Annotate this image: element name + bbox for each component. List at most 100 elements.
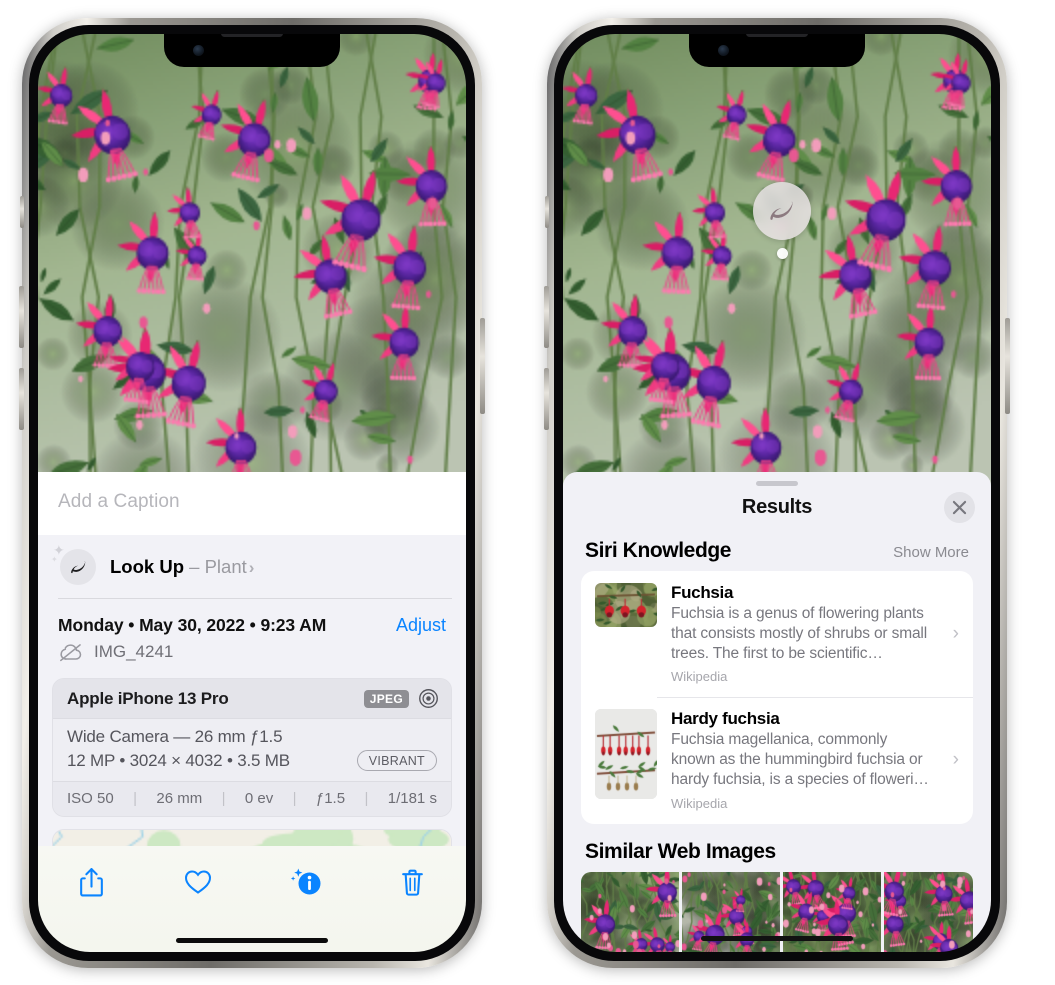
info-button[interactable]	[279, 860, 333, 904]
siri-knowledge-title: Siri Knowledge	[585, 539, 732, 562]
look-up-label: Look Up – Plant ›	[110, 556, 254, 578]
volume-down-button[interactable]	[544, 368, 549, 430]
adjust-button[interactable]: Adjust	[396, 615, 446, 636]
visual-lookup-circle[interactable]	[753, 182, 811, 240]
notch	[164, 34, 340, 67]
similar-image-thumb[interactable]	[581, 871, 679, 952]
visual-lookup-dot	[776, 248, 788, 259]
sparkle-small-icon: ✦	[51, 555, 58, 564]
screenshot-stage: Add a Caption ✦ ✦ Look Up – Plant › Mond…	[0, 0, 1055, 985]
knowledge-body: Hardy fuchsia Fuchsia magellanica, commo…	[671, 709, 935, 810]
knowledge-source: Wikipedia	[671, 669, 728, 685]
aperture-icon	[419, 689, 438, 708]
leaf-badge-icon: ✦ ✦	[51, 543, 96, 585]
front-camera-icon	[718, 45, 729, 56]
photo-viewer[interactable]	[563, 34, 991, 486]
exif-ev: 0 ev	[244, 790, 274, 807]
earpiece-speaker	[746, 34, 808, 37]
volume-down-button[interactable]	[19, 368, 24, 430]
exif-separator: |	[364, 790, 369, 807]
leaf-icon	[770, 201, 793, 220]
knowledge-card[interactable]: Fuchsia Fuchsia is a genus of flowering …	[581, 571, 973, 697]
photo-viewer[interactable]	[38, 34, 466, 486]
photographic-style-chip: VIBRANT	[356, 750, 437, 771]
siri-knowledge-cards: Fuchsia Fuchsia is a genus of flowering …	[581, 571, 973, 824]
close-icon	[952, 500, 967, 514]
volume-up-button[interactable]	[544, 286, 549, 348]
metadata-header: Apple iPhone 13 Pro JPEG	[53, 679, 451, 719]
results-sheet: Results Siri Knowledge Show More Fuchsia…	[563, 472, 991, 952]
exif-separator: |	[133, 790, 137, 807]
look-up-title: Look Up	[110, 556, 184, 577]
results-title: Results	[741, 496, 813, 518]
knowledge-thumbnail	[595, 709, 657, 800]
caption-input[interactable]: Add a Caption	[58, 491, 446, 513]
knowledge-card[interactable]: Hardy fuchsia Fuchsia magellanica, commo…	[581, 697, 973, 823]
chevron-right-icon: ›	[952, 749, 959, 771]
siri-knowledge-header: Siri Knowledge Show More	[563, 533, 991, 571]
exif-iso: ISO 50	[67, 790, 114, 807]
exif-shutter: 1/181 s	[387, 790, 437, 807]
photo-date: Monday • May 30, 2022 • 9:23 AM	[58, 615, 327, 635]
home-indicator[interactable]	[176, 938, 328, 943]
exif-row: ISO 50 | 26 mm | 0 ev | ƒ1.5 | 1/181 s	[53, 781, 451, 816]
caption-area[interactable]: Add a Caption	[38, 472, 466, 535]
front-camera-icon	[193, 45, 204, 56]
look-up-row[interactable]: ✦ ✦ Look Up – Plant ›	[38, 535, 466, 599]
similar-web-images-title: Similar Web Images	[585, 839, 776, 863]
iphone-left-bezel: Add a Caption ✦ ✦ Look Up – Plant › Mond…	[29, 25, 475, 961]
iphone-right-screen: Results Siri Knowledge Show More Fuchsia…	[563, 34, 991, 952]
device-name: Apple iPhone 13 Pro	[67, 688, 229, 708]
show-more-button[interactable]: Show More	[893, 544, 969, 561]
file-row: IMG_4241	[38, 638, 466, 674]
side-power-button[interactable]	[480, 318, 485, 414]
exif-separator: |	[292, 790, 297, 807]
exif-aperture: ƒ1.5	[315, 790, 346, 807]
photo-toolbar	[38, 846, 466, 952]
silent-switch[interactable]	[545, 196, 549, 228]
metadata-header-right: JPEG	[363, 688, 439, 709]
look-up-dash: –	[184, 556, 205, 577]
knowledge-body: Fuchsia Fuchsia is a genus of flowering …	[671, 583, 935, 684]
close-button[interactable]	[944, 491, 975, 523]
format-chip: JPEG	[363, 689, 409, 708]
knowledge-title: Fuchsia	[671, 583, 734, 602]
iphone-left-screen: Add a Caption ✦ ✦ Look Up – Plant › Mond…	[38, 34, 466, 952]
silent-switch[interactable]	[20, 196, 24, 228]
notch	[689, 34, 865, 67]
exif-focal: 26 mm	[156, 790, 203, 807]
trash-icon	[402, 869, 424, 896]
look-up-subject: Plant	[204, 556, 247, 577]
volume-up-button[interactable]	[19, 286, 24, 348]
results-header: Results	[563, 486, 991, 533]
share-icon	[79, 867, 103, 896]
home-indicator[interactable]	[701, 936, 853, 941]
icloud-off-icon	[60, 643, 82, 661]
favorite-button[interactable]	[171, 860, 225, 904]
knowledge-description: Fuchsia is a genus of flowering plants t…	[671, 605, 928, 662]
knowledge-source: Wikipedia	[671, 795, 728, 811]
chevron-right-icon: ›	[952, 622, 959, 644]
iphone-right-bezel: Results Siri Knowledge Show More Fuchsia…	[554, 25, 1000, 961]
visual-lookup-badge[interactable]	[753, 182, 811, 259]
iphone-right-frame: Results Siri Knowledge Show More Fuchsia…	[544, 18, 1010, 968]
earpiece-speaker	[221, 34, 283, 37]
knowledge-description: Fuchsia magellanica, commonly known as t…	[671, 731, 929, 789]
leaf-glyph	[70, 561, 85, 573]
iphone-left-frame: Add a Caption ✦ ✦ Look Up – Plant › Mond…	[19, 18, 485, 968]
info-sparkle-icon	[290, 868, 321, 894]
side-power-button[interactable]	[1005, 318, 1010, 414]
size-info: 12 MP • 3024 × 4032 • 3.5 MB	[67, 750, 290, 770]
knowledge-thumbnail	[595, 583, 657, 627]
similar-web-images-header: Similar Web Images	[563, 824, 991, 872]
exif-separator: |	[221, 790, 226, 807]
similar-image-thumb[interactable]	[884, 871, 973, 952]
share-button[interactable]	[64, 860, 118, 904]
heart-icon	[185, 870, 212, 894]
metadata-body: Wide Camera — 26 mm ƒ1.5 12 MP • 3024 × …	[53, 719, 451, 781]
camera-metadata-card[interactable]: Apple iPhone 13 Pro JPEG Wide Camera — 2…	[52, 678, 452, 817]
delete-button[interactable]	[386, 860, 440, 904]
knowledge-title: Hardy fuchsia	[671, 709, 780, 729]
date-row: Monday • May 30, 2022 • 9:23 AM Adjust	[38, 599, 466, 638]
chevron-right-icon: ›	[248, 558, 255, 577]
